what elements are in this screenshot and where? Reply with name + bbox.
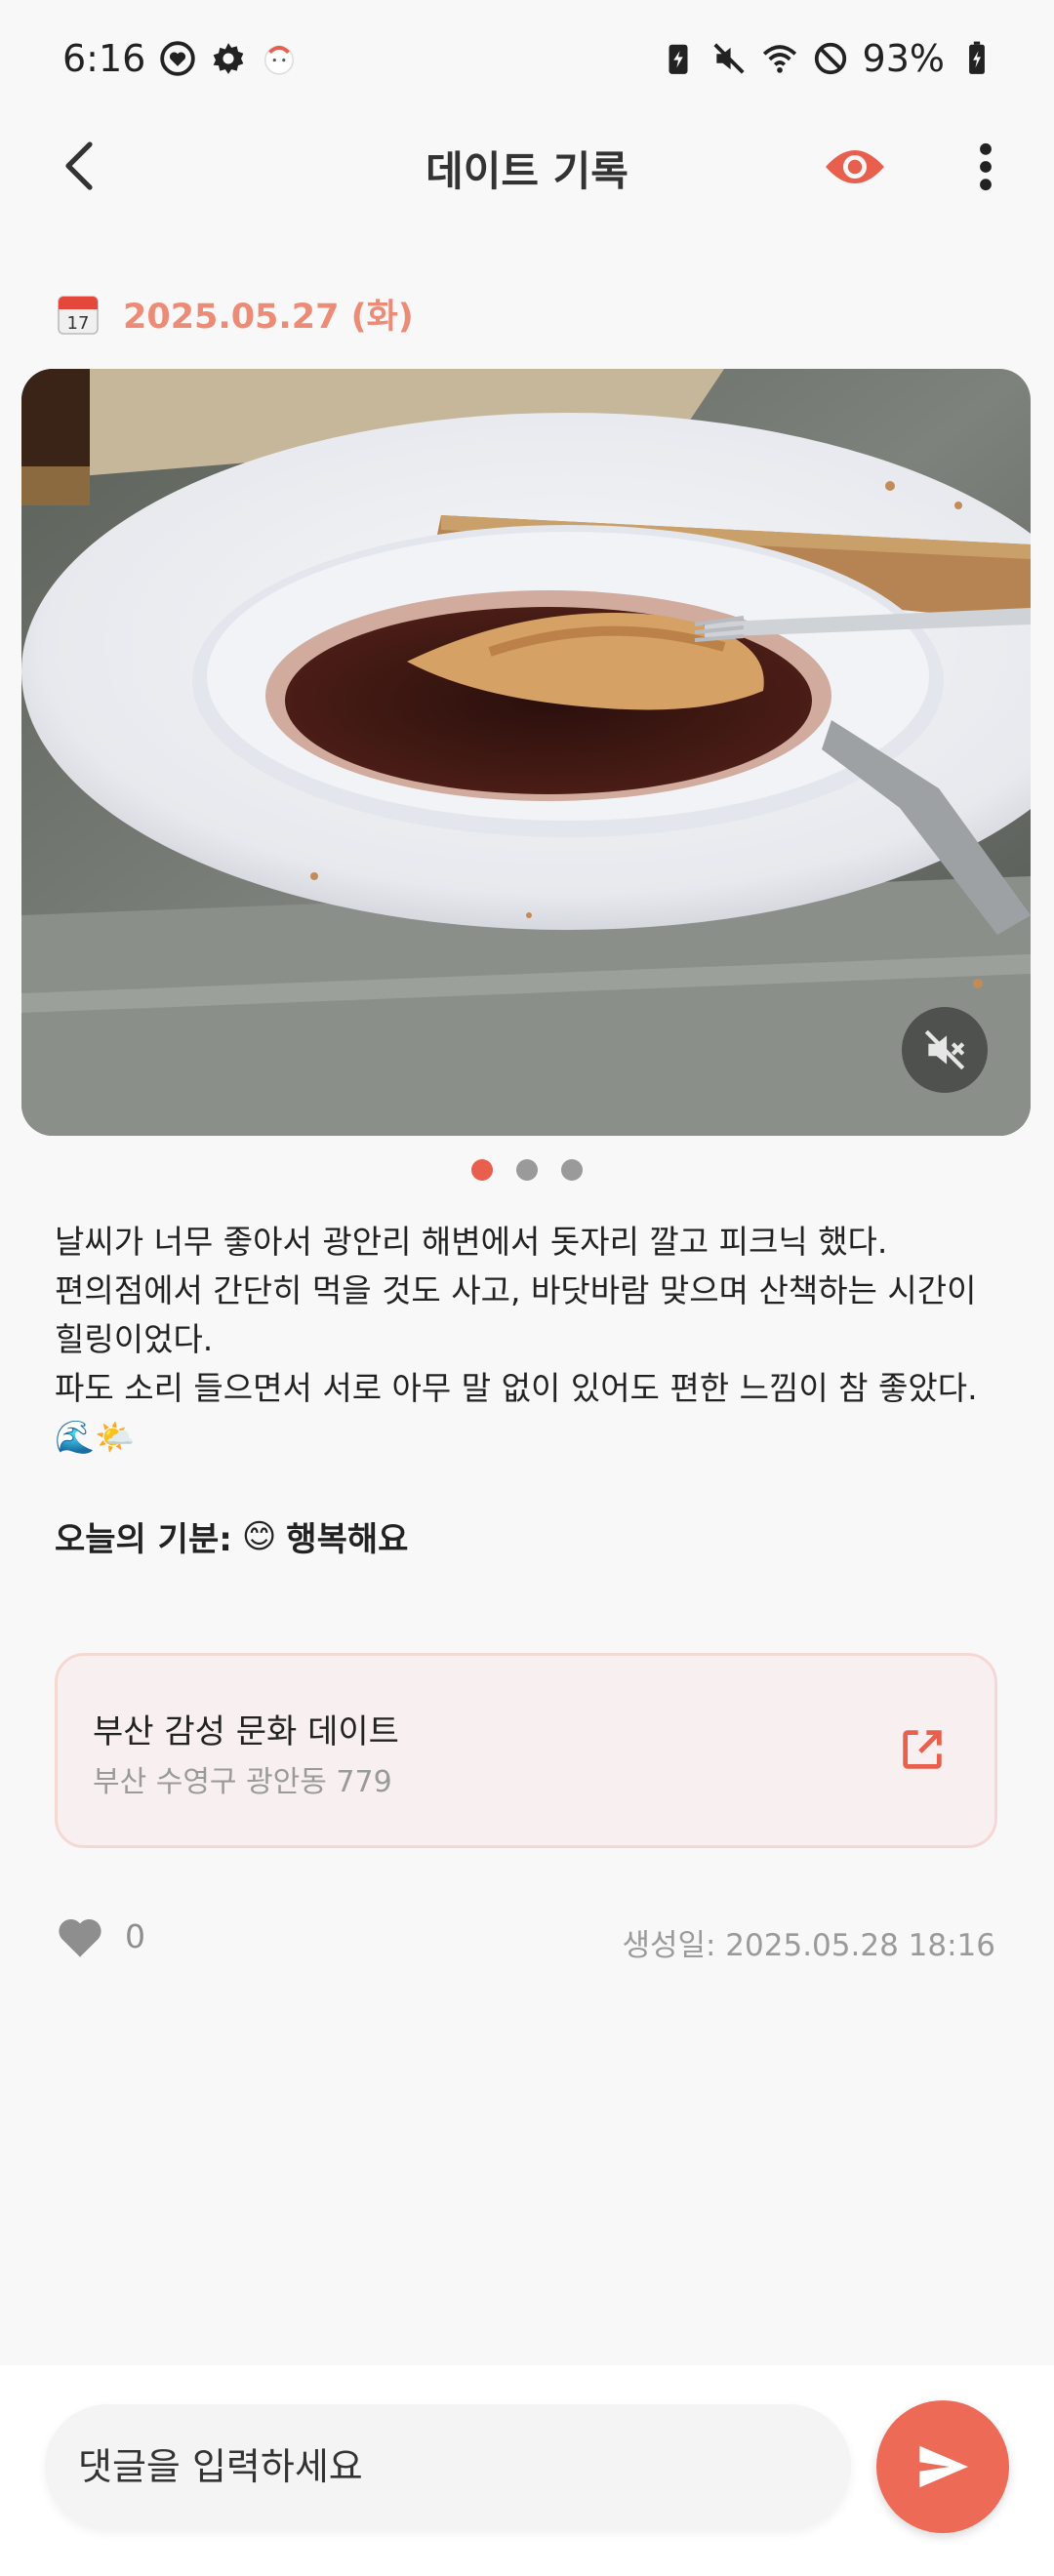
carousel-indicator [0,1159,1054,1181]
photo-image [21,369,1031,1136]
post-body-line: 파도 소리 들으면서 서로 아무 말 없이 있어도 편한 느낌이 참 좋았다. [55,1369,978,1407]
heart-icon[interactable] [55,1912,105,1959]
post-body-line: 힐링이었다. [55,1320,214,1358]
calendar-icon: 17 [58,295,99,335]
post-date: 2025.05.27 (화) [123,298,414,337]
status-bar: 6:16 93% [0,0,1054,117]
wifi-icon [762,45,796,73]
carousel-dot-3[interactable] [561,1159,583,1181]
post-body: 날씨가 너무 좋아서 광안리 해변에서 돗자리 깔고 피크닉 했다. 편의점에서… [55,1218,1011,1462]
like-row: 0 [55,1912,145,1959]
app-notification-icon [264,45,295,75]
place-address: 부산 수영구 광안동 779 [93,1765,392,1799]
eye-icon [826,150,884,183]
mute-toggle-button[interactable] [902,1007,988,1093]
status-right: 93% [660,37,995,80]
mood-text: 행복해요 [286,1520,409,1559]
carousel-dot-2[interactable] [516,1159,538,1181]
volume-off-icon [924,1029,965,1070]
post-body-line: 🌊🌤️ [55,1418,136,1456]
visibility-button[interactable] [816,133,894,201]
post-date-row: 17 2025.05.27 (화) [55,289,414,339]
comment-input[interactable] [45,2404,851,2529]
battery-percent: 93% [862,37,945,80]
send-icon [919,2445,968,2488]
open-place-button[interactable] [893,1720,952,1779]
battery-charging-icon [969,41,985,74]
mood-emoji: 😊 [241,1516,277,1556]
heart-shield-icon [160,41,196,76]
comment-bar [0,2365,1054,2576]
battery-saver-icon [669,44,688,74]
page-title: 데이트 기록 [426,147,628,195]
created-timestamp: 생성일: 2025.05.28 18:16 [622,1928,995,1963]
like-count: 0 [125,1916,145,1955]
more-vertical-icon [980,142,992,191]
svg-text:17: 17 [67,313,90,334]
carousel-dot-1[interactable] [471,1159,493,1181]
settings-gear-icon [213,43,244,74]
place-name: 부산 감성 문화 데이트 [93,1712,399,1751]
send-button[interactable] [876,2400,1009,2533]
status-time: 6:16 [62,37,146,80]
app-bar: 데이트 기록 [0,117,1054,215]
mood-label: 오늘의 기분: [55,1520,232,1559]
post-body-line: 날씨가 너무 좋아서 광안리 해변에서 돗자리 깔고 피크닉 했다. [55,1223,888,1261]
post-photo[interactable] [21,369,1031,1136]
mute-icon [712,43,745,74]
post-body-line: 편의점에서 간단히 먹을 것도 사고, 바닷바람 맞으며 산책하는 시간이 [55,1271,977,1309]
more-options-button[interactable] [956,133,1015,201]
open-in-new-icon [903,1730,942,1769]
do-not-disturb-icon [814,42,846,75]
status-left: 6:16 [62,37,298,80]
mood-row: 오늘의 기분: 😊 행복해요 [55,1512,408,1560]
place-card[interactable]: 부산 감성 문화 데이트 부산 수영구 광안동 779 [55,1653,997,1848]
